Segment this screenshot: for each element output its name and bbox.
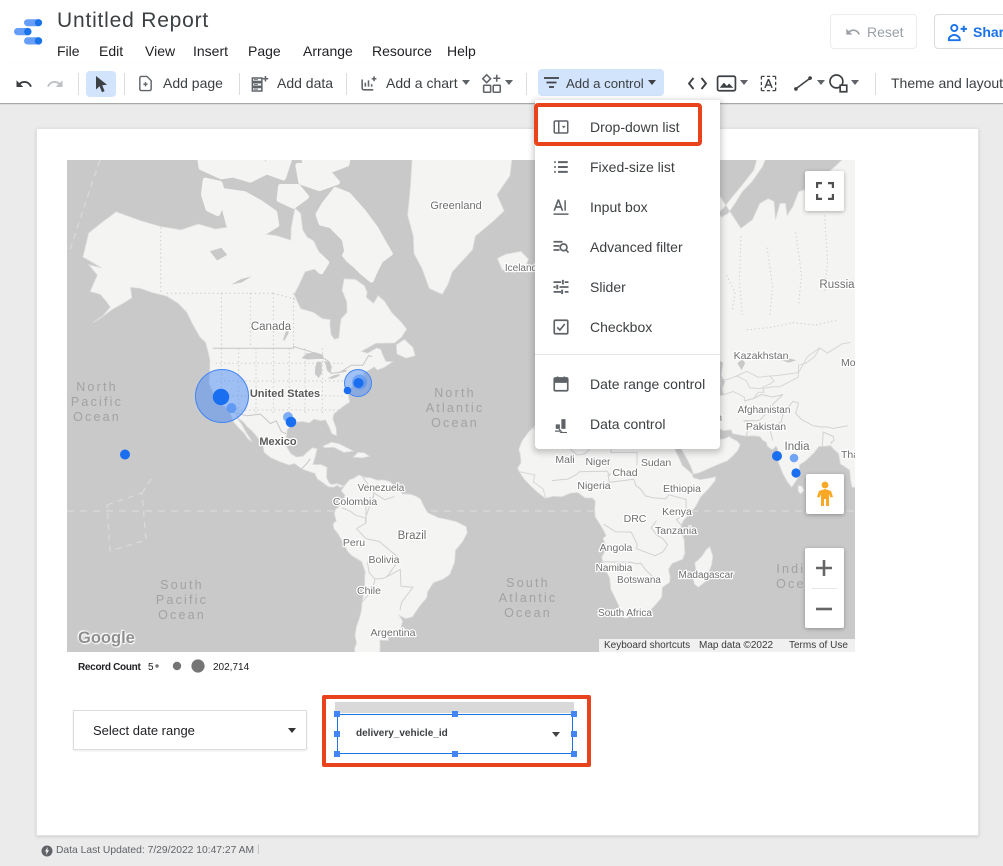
svg-text:Botswana: Botswana (617, 575, 661, 586)
svg-text:Ocean: Ocean (504, 606, 552, 620)
svg-text:Argentina: Argentina (371, 627, 416, 639)
svg-text:Namibia: Namibia (596, 563, 633, 574)
svg-text:Ocean: Ocean (158, 608, 206, 622)
svg-text:Afghanistan: Afghanistan (738, 405, 791, 416)
svg-text:Iceland: Iceland (505, 263, 537, 274)
svg-text:Atlantic: Atlantic (499, 591, 558, 605)
svg-text:Angola: Angola (600, 542, 633, 554)
svg-text:Chad: Chad (612, 467, 637, 479)
svg-text:Pacific: Pacific (71, 395, 123, 409)
svg-text:South Africa: South Africa (598, 608, 652, 619)
svg-text:Greenland: Greenland (430, 200, 481, 212)
svg-text:Brazil: Brazil (398, 530, 427, 542)
svg-text:South: South (506, 576, 550, 590)
svg-text:Tanzania: Tanzania (655, 525, 697, 537)
svg-text:Sudan: Sudan (641, 457, 672, 469)
svg-text:DRC: DRC (624, 513, 647, 525)
svg-text:North: North (434, 386, 476, 400)
svg-text:Ocean: Ocean (431, 416, 479, 430)
svg-text:Ethiopia: Ethiopia (663, 483, 701, 495)
svg-text:Colombia: Colombia (333, 496, 378, 508)
svg-text:South: South (160, 578, 204, 592)
svg-text:Mongolia: Mongolia (841, 357, 855, 369)
svg-text:Mali: Mali (555, 454, 574, 466)
svg-text:Pakistan: Pakistan (746, 421, 786, 433)
svg-text:United States: United States (250, 388, 320, 400)
svg-text:Madagascar: Madagascar (678, 570, 734, 581)
svg-text:Thailand: Thailand (841, 449, 855, 461)
svg-text:Pacific: Pacific (156, 593, 208, 607)
svg-text:Russia: Russia (819, 279, 855, 291)
svg-text:Chile: Chile (357, 585, 381, 597)
svg-text:Atlantic: Atlantic (426, 401, 485, 415)
svg-text:Venezuela: Venezuela (358, 483, 405, 494)
svg-text:Bolivia: Bolivia (369, 554, 400, 566)
svg-text:Kazakhstan: Kazakhstan (734, 350, 789, 362)
svg-text:Mexico: Mexico (259, 436, 297, 448)
svg-text:Kenya: Kenya (662, 506, 692, 518)
svg-text:Niger: Niger (585, 456, 611, 468)
svg-text:India: India (785, 441, 811, 453)
svg-text:North: North (76, 380, 118, 394)
svg-text:Nigeria: Nigeria (577, 480, 610, 492)
svg-text:Canada: Canada (251, 321, 292, 333)
svg-text:Ocean: Ocean (73, 410, 121, 424)
svg-text:Peru: Peru (343, 537, 365, 549)
